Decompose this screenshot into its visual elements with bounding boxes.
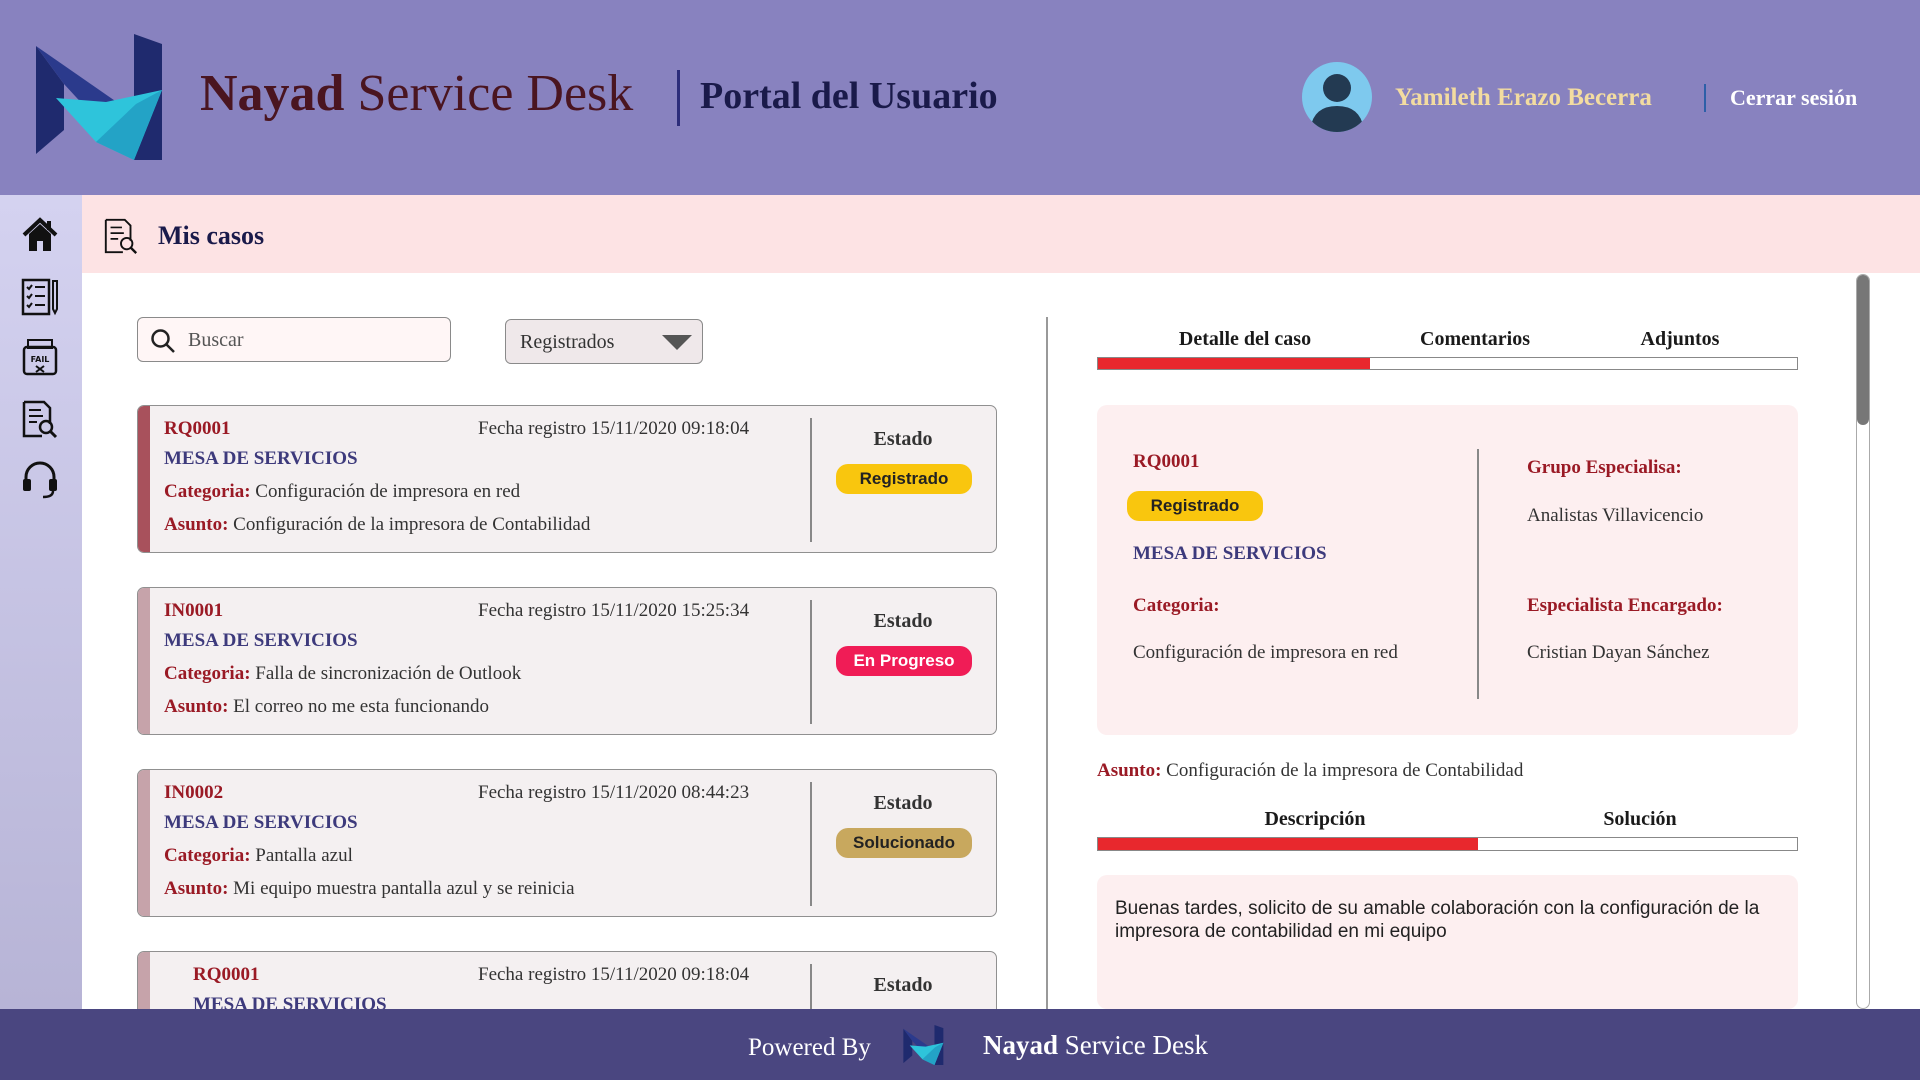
case-date: Fecha registro 15/11/2020 08:44:23: [478, 782, 750, 803]
active-subtab-indicator: [1098, 838, 1478, 850]
case-id: RQ0001: [164, 418, 231, 439]
detail-category: Configuración de impresora en red: [1133, 642, 1398, 663]
portal-title: Portal del Usuario: [700, 75, 998, 117]
document-search-icon: [104, 218, 138, 254]
user-separator: [1704, 84, 1706, 112]
detail-divider: [1477, 449, 1479, 699]
sidebar: FAIL: [0, 195, 82, 1009]
detail-specialist-label: Especialista Encargado:: [1527, 595, 1723, 616]
case-category: Categoria: Configuración de impresora en…: [164, 481, 521, 502]
description-card: Buenas tardes, solicito de su amable col…: [1097, 875, 1798, 1009]
case-status-label: Estado: [873, 610, 933, 632]
case-status-label: Estado: [873, 974, 933, 996]
case-id: RQ0001: [193, 964, 260, 985]
status-badge: Solucionado: [836, 828, 972, 858]
user-silhouette-icon: [1310, 74, 1364, 132]
status-filter-value: Registrados: [520, 331, 615, 353]
detail-category-label: Categoria:: [1133, 595, 1220, 616]
case-card[interactable]: RQ0001 Fecha registro 15/11/2020 09:18:0…: [137, 405, 997, 553]
case-status-bar: [138, 406, 150, 552]
scrollbar-thumb[interactable]: [1857, 275, 1869, 425]
case-group: MESA DE SERVICIOS: [164, 812, 358, 833]
user-avatar[interactable]: [1302, 62, 1372, 132]
case-category: Categoria: Falla de sincronización de Ou…: [164, 663, 522, 684]
description-text: Buenas tardes, solicito de su amable col…: [1115, 898, 1760, 942]
detail-group: MESA DE SERVICIOS: [1133, 543, 1327, 564]
tab-detalle-del-caso[interactable]: Detalle del caso: [1150, 328, 1340, 351]
case-id: IN0002: [164, 782, 224, 803]
case-id: IN0001: [164, 600, 224, 621]
nayad-logo-icon: [36, 34, 162, 160]
case-card[interactable]: IN0002 Fecha registro 15/11/2020 08:44:2…: [137, 769, 997, 917]
case-subject: Asunto: Configuración de la impresora de…: [164, 514, 591, 535]
active-tab-indicator: [1098, 358, 1370, 369]
document-search-icon[interactable]: [20, 399, 60, 439]
detail-specialist-group: Analistas Villavicencio: [1527, 505, 1704, 526]
status-badge: En Progreso: [836, 646, 972, 676]
detail-specialist: Cristian Dayan Sánchez: [1527, 642, 1710, 663]
search-icon: [151, 329, 175, 353]
page-title-bar: Mis casos: [82, 195, 1920, 273]
case-date: Fecha registro 15/11/2020 09:18:04: [478, 964, 750, 985]
footer-brand: Nayad Service Desk: [983, 1030, 1208, 1060]
brand-separator: [677, 70, 680, 126]
tab-adjuntos[interactable]: Adjuntos: [1590, 328, 1770, 351]
case-category: Categoria: Pantalla azul: [164, 845, 353, 866]
case-group: MESA DE SERVICIOS: [164, 448, 358, 469]
logout-link[interactable]: Cerrar sesión: [1730, 85, 1857, 111]
detail-subject: Asunto: Configuración de la impresora de…: [1097, 760, 1524, 781]
home-icon[interactable]: [20, 215, 60, 255]
case-date: Fecha registro 15/11/2020 15:25:34: [478, 600, 750, 621]
nayad-logo-icon: [903, 1025, 944, 1065]
search-box[interactable]: [137, 317, 451, 362]
status-filter-select[interactable]: Registrados: [505, 319, 703, 364]
powered-by-label: Powered By: [748, 1034, 871, 1061]
status-badge: Registrado: [1127, 491, 1263, 521]
case-status-bar: [138, 770, 150, 916]
case-group: MESA DE SERVICIOS: [164, 630, 358, 651]
headset-icon[interactable]: [20, 459, 60, 499]
panel-divider: [1046, 317, 1048, 1009]
case-card[interactable]: IN0001 Fecha registro 15/11/2020 15:25:3…: [137, 587, 997, 735]
tab-comentarios[interactable]: Comentarios: [1380, 328, 1570, 351]
app-footer: [0, 1009, 1920, 1080]
search-input[interactable]: [188, 326, 438, 354]
status-badge: Registrado: [836, 464, 972, 494]
fail-report-icon[interactable]: FAIL: [20, 337, 60, 377]
user-name: Yamileth Erazo Becerra: [1395, 84, 1652, 111]
tab-indicator-bar: [1097, 357, 1798, 370]
case-subject: Asunto: El correo no me esta funcionando: [164, 696, 490, 717]
case-detail-card: RQ0001 Registrado MESA DE SERVICIOS Cate…: [1097, 405, 1798, 735]
tab-solucion[interactable]: Solución: [1540, 808, 1740, 831]
page-title: Mis casos: [158, 221, 265, 250]
detail-case-id: RQ0001: [1133, 451, 1200, 472]
chevron-down-icon[interactable]: [662, 335, 692, 350]
checklist-icon[interactable]: [20, 277, 60, 317]
case-status-bar: [138, 588, 150, 734]
app-header: Nayad Service Desk Portal del Usuario Ya…: [0, 0, 1920, 195]
tab-descripcion[interactable]: Descripción: [1215, 808, 1415, 831]
detail-specialist-group-label: Grupo Especialisa:: [1527, 457, 1682, 478]
case-status-label: Estado: [873, 792, 933, 814]
case-date: Fecha registro 15/11/2020 09:18:04: [478, 418, 750, 439]
subtab-indicator-bar: [1097, 837, 1798, 851]
case-subject: Asunto: Mi equipo muestra pantalla azul …: [164, 878, 575, 899]
svg-text:FAIL: FAIL: [31, 355, 50, 364]
brand-title: Nayad Service Desk: [200, 65, 634, 122]
case-status-label: Estado: [873, 428, 933, 450]
